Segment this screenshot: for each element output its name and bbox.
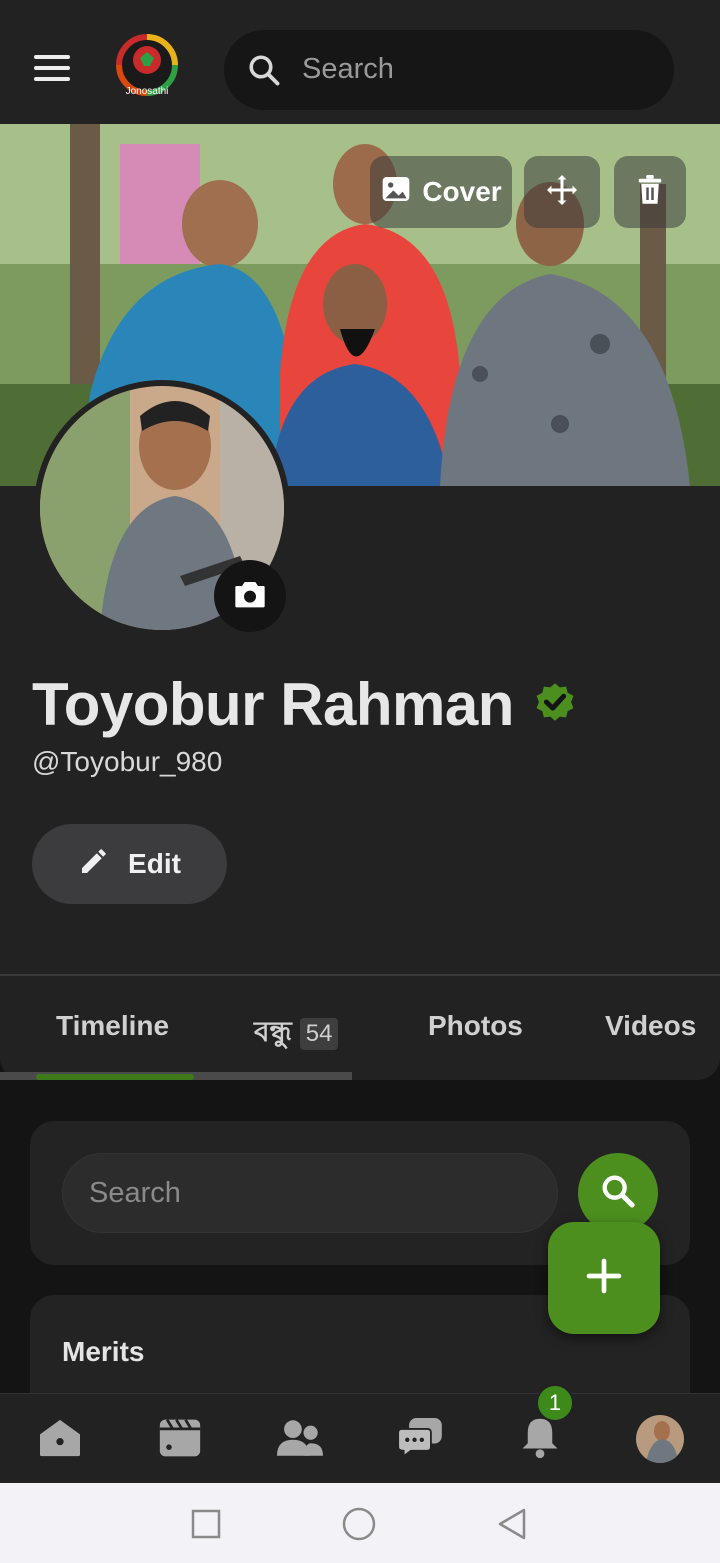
timeline-search-input[interactable]: Search bbox=[62, 1153, 558, 1233]
home-icon bbox=[38, 1418, 82, 1463]
profile-handle: @Toyobur_980 bbox=[32, 746, 223, 777]
tab-videos[interactable]: Videos bbox=[605, 1010, 696, 1042]
tab-friends[interactable]: বন্ধু 54 bbox=[254, 1010, 339, 1057]
nav-friends[interactable] bbox=[276, 1416, 324, 1464]
tab-timeline-label: Timeline bbox=[56, 1010, 170, 1041]
change-avatar-button[interactable] bbox=[214, 560, 286, 632]
top-search-placeholder: Search bbox=[302, 53, 394, 85]
timeline-search-placeholder: Search bbox=[89, 1177, 181, 1209]
active-tab-indicator bbox=[36, 1074, 194, 1080]
bottom-navigation bbox=[0, 1393, 720, 1483]
logo-text: Jonosathi bbox=[125, 86, 169, 97]
nav-home[interactable] bbox=[36, 1416, 84, 1464]
camera-icon bbox=[234, 579, 266, 614]
bell-icon bbox=[520, 1417, 560, 1464]
tab-friends-label: বন্ধু bbox=[254, 1016, 292, 1047]
nav-messages[interactable] bbox=[396, 1416, 444, 1464]
profile-name-row: Toyobur Rahman bbox=[32, 670, 578, 739]
recent-apps-icon[interactable] bbox=[191, 1509, 221, 1544]
chat-icon bbox=[397, 1417, 442, 1463]
profile-tabs: Timeline বন্ধু 54 Photos Videos bbox=[0, 974, 720, 1080]
trash-icon bbox=[635, 173, 665, 212]
change-cover-button[interactable]: Cover bbox=[370, 156, 512, 228]
cover-button-label: Cover bbox=[422, 176, 502, 207]
verified-badge-icon bbox=[532, 679, 578, 730]
friends-icon bbox=[277, 1418, 323, 1463]
move-arrows-icon bbox=[544, 172, 580, 213]
nav-notifications[interactable] bbox=[516, 1416, 564, 1464]
tab-timeline[interactable]: Timeline bbox=[56, 1010, 169, 1042]
edit-button-label: Edit bbox=[128, 848, 181, 879]
nav-videos[interactable] bbox=[156, 1416, 204, 1464]
top-search-bar[interactable]: Search bbox=[224, 30, 674, 110]
profile-name: Toyobur Rahman bbox=[32, 671, 514, 738]
video-icon bbox=[158, 1417, 202, 1464]
image-icon bbox=[380, 173, 412, 212]
merits-title: Merits bbox=[62, 1336, 145, 1367]
system-navigation-bar bbox=[0, 1483, 720, 1563]
search-icon bbox=[246, 52, 282, 93]
back-triangle-icon[interactable] bbox=[496, 1507, 528, 1546]
plus-icon bbox=[584, 1256, 624, 1301]
reposition-cover-button[interactable] bbox=[524, 156, 600, 228]
create-post-fab[interactable] bbox=[548, 1222, 660, 1334]
tab-photos-label: Photos bbox=[428, 1010, 523, 1041]
tab-videos-label: Videos bbox=[605, 1010, 697, 1041]
tab-photos[interactable]: Photos bbox=[428, 1010, 523, 1042]
timeline-search-button[interactable] bbox=[578, 1153, 658, 1233]
pencil-icon bbox=[78, 845, 110, 884]
nav-profile-avatar[interactable] bbox=[636, 1415, 684, 1463]
search-icon bbox=[598, 1171, 638, 1216]
edit-profile-button[interactable]: Edit bbox=[32, 824, 227, 904]
menu-icon[interactable] bbox=[34, 55, 74, 85]
home-circle-icon[interactable] bbox=[342, 1507, 376, 1546]
notification-count-badge: 1 bbox=[536, 1384, 574, 1422]
app-logo[interactable]: Jonosathi bbox=[112, 32, 182, 104]
delete-cover-button[interactable] bbox=[614, 156, 686, 228]
app-header: Jonosathi Search bbox=[0, 0, 720, 124]
friends-count-badge: 54 bbox=[299, 1018, 339, 1050]
